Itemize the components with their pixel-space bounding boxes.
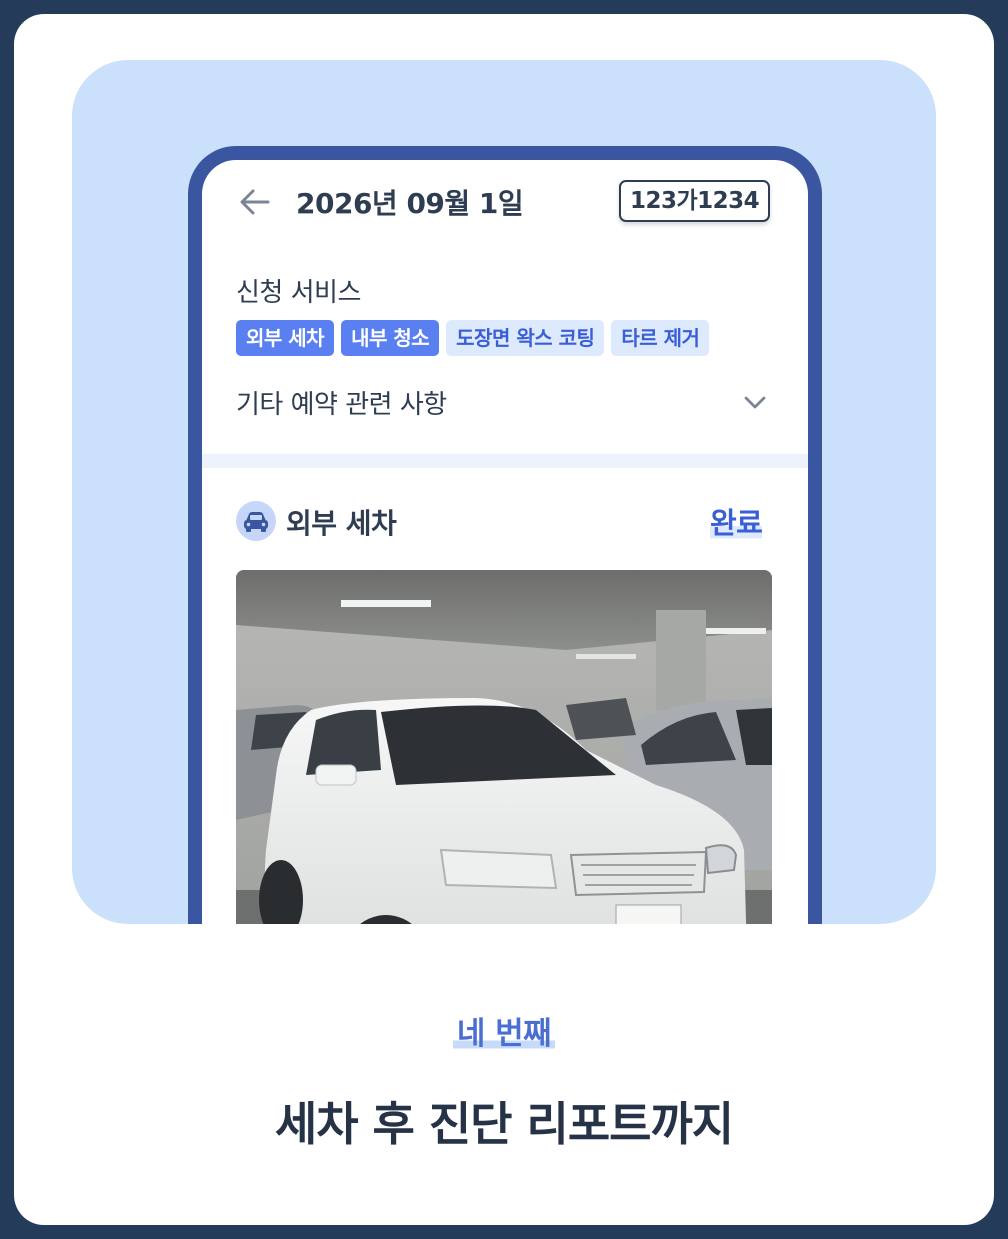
top-bar: 2026년 09월 1일 123가1234 <box>202 160 808 244</box>
service-chips: 외부 세차 내부 청소 도장면 왁스 코팅 타르 제거 <box>236 320 710 356</box>
step-label-text: 네 번째 <box>452 1016 556 1052</box>
hero-panel: 2026년 09월 1일 123가1234 신청 서비스 외부 세차 내부 청소… <box>72 60 936 924</box>
step-label: 네 번째 <box>14 1008 994 1053</box>
services-title: 신청 서비스 <box>236 278 361 308</box>
phone-screen: 2026년 09월 1일 123가1234 신청 서비스 외부 세차 내부 청소… <box>202 160 808 924</box>
chip-tar-removal[interactable]: 타르 제거 <box>611 320 710 356</box>
etc-reservation-notes[interactable]: 기타 예약 관련 사항 <box>236 384 447 421</box>
car-icon <box>236 501 276 541</box>
chip-exterior-wash[interactable]: 외부 세차 <box>236 320 335 356</box>
car-photo <box>236 570 772 924</box>
chip-wax-coating[interactable]: 도장면 왁스 코팅 <box>446 320 605 356</box>
headline: 세차 후 진단 리포트까지 <box>274 1097 734 1151</box>
chip-interior-clean[interactable]: 내부 청소 <box>341 320 440 356</box>
arrow-left-icon[interactable] <box>238 187 272 217</box>
phone-mockup: 2026년 09월 1일 123가1234 신청 서비스 외부 세차 내부 청소… <box>188 146 822 924</box>
chevron-down-icon[interactable] <box>742 391 768 413</box>
exterior-wash-title: 외부 세차 <box>286 507 397 540</box>
promo-card: 2026년 09월 1일 123가1234 신청 서비스 외부 세차 내부 청소… <box>14 14 994 1225</box>
reservation-date: 2026년 09월 1일 <box>296 187 524 220</box>
section-divider <box>202 454 808 468</box>
status-badge: 완료 <box>710 500 763 542</box>
plate-number-badge: 123가1234 <box>619 180 771 222</box>
